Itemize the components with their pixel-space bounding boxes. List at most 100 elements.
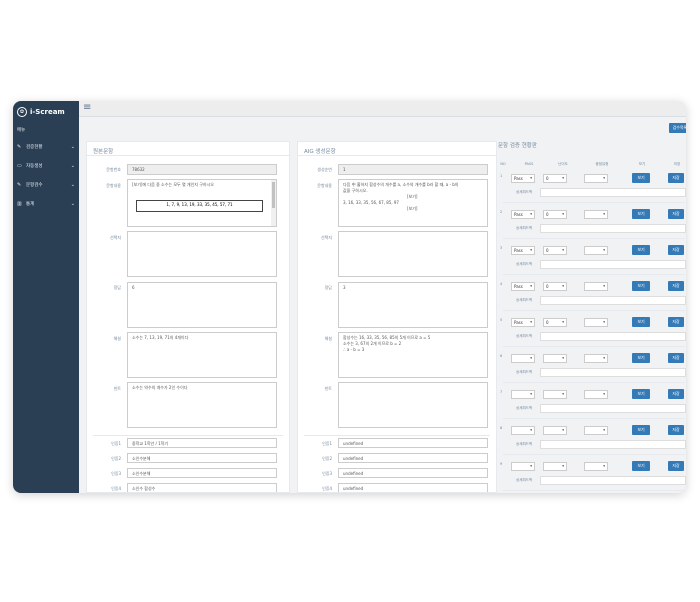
pass-value: Pass	[514, 320, 523, 325]
pass-select[interactable]: ▾	[511, 426, 535, 435]
explanation-field[interactable]: 합성수는 16, 33, 35, 56, 85의 5개 이므로 a = 5 소수…	[338, 332, 488, 378]
level-select[interactable]: ▾	[543, 462, 567, 471]
choices-field[interactable]	[127, 231, 277, 277]
feedback-input[interactable]	[540, 404, 686, 413]
cond1-field[interactable]: undefined	[338, 438, 488, 448]
hint-field[interactable]: 소수는 약수의 개수가 2인 수이다	[127, 382, 277, 428]
id-field[interactable]: 78632	[127, 164, 277, 175]
cond4-field[interactable]: undefined	[338, 483, 488, 492]
level-select[interactable]: ▾	[543, 390, 567, 399]
save-button[interactable]: 저장	[668, 389, 684, 399]
view-button[interactable]: 보기	[632, 317, 650, 327]
sidebar-item-status[interactable]: ✎ 검증현황 ⌄	[13, 137, 79, 156]
view-button[interactable]: 보기	[632, 389, 650, 399]
view-button[interactable]: 보기	[632, 281, 650, 291]
type-select[interactable]: ▾	[584, 426, 608, 435]
caret-down-icon: ▾	[603, 356, 605, 360]
scrollbar[interactable]	[271, 180, 276, 226]
hint-label: 힌트	[113, 386, 121, 391]
brand[interactable]: ✿ i-Scream	[13, 101, 79, 123]
cond2-label: 인증2	[322, 456, 332, 461]
view-button[interactable]: 보기	[632, 461, 650, 471]
review-board-title: 문항 검증 현황판	[498, 143, 537, 149]
type-select[interactable]: ▾	[584, 390, 608, 399]
level-select[interactable]: 0 ▾	[543, 318, 567, 327]
caret-down-icon: ▾	[530, 356, 532, 360]
row-divider	[503, 418, 685, 419]
feedback-input[interactable]	[540, 224, 686, 233]
type-select[interactable]: ▾	[584, 246, 608, 255]
save-button[interactable]: 저장	[668, 209, 684, 219]
type-select[interactable]: ▾	[584, 282, 608, 291]
feedback-input[interactable]	[540, 260, 686, 269]
pass-select[interactable]: ▾	[511, 354, 535, 363]
explanation-field[interactable]: 소수는 7, 13, 19, 71의 4개이다	[127, 332, 277, 378]
sidebar-item-review[interactable]: ✎ 문항검수 ⌄	[13, 175, 79, 194]
save-button[interactable]: 저장	[668, 353, 684, 363]
cond2-field[interactable]: undefined	[338, 453, 488, 463]
feedback-input[interactable]	[540, 368, 686, 377]
cond3-field[interactable]: undefined	[338, 468, 488, 478]
level-select[interactable]: ▾	[543, 426, 567, 435]
row-number: 9	[500, 462, 503, 466]
answer-field[interactable]: 3	[338, 282, 488, 328]
pass-select[interactable]: ▾	[511, 462, 535, 471]
view-button[interactable]: 보기	[632, 425, 650, 435]
level-value: 0	[546, 248, 549, 253]
feedback-label: 상세피드백	[516, 190, 533, 194]
feedback-input[interactable]	[540, 296, 686, 305]
type-select[interactable]: ▾	[584, 174, 608, 183]
save-button[interactable]: 저장	[668, 461, 684, 471]
choices-label: 선택지	[320, 235, 332, 240]
save-button[interactable]: 저장	[668, 281, 684, 291]
id-field[interactable]: 1	[338, 164, 488, 175]
type-select[interactable]: ▾	[584, 354, 608, 363]
content-field[interactable]: 다음 中 홀하지 합성수의 개수를 a, 소수의 개수를 b라 할 때, a -…	[338, 179, 488, 227]
feedback-label: 상세피드백	[516, 370, 533, 374]
pass-select[interactable]: Pass ▾	[511, 210, 535, 219]
edit-icon: ✎	[17, 181, 22, 188]
level-select[interactable]: 0 ▾	[543, 246, 567, 255]
answer-field[interactable]: 6	[127, 282, 277, 328]
caret-down-icon: ▾	[530, 212, 532, 216]
type-select[interactable]: ▾	[584, 318, 608, 327]
feedback-input[interactable]	[540, 476, 686, 485]
feedback-label: 상세피드백	[516, 334, 533, 338]
level-select[interactable]: 0 ▾	[543, 174, 567, 183]
level-select[interactable]: ▾	[543, 354, 567, 363]
feedback-input[interactable]	[540, 188, 686, 197]
cond4-field[interactable]: 소인수 합성수	[127, 483, 277, 492]
save-button[interactable]: 저장	[668, 317, 684, 327]
view-button[interactable]: 보기	[632, 209, 650, 219]
save-button[interactable]: 저장	[668, 245, 684, 255]
bar-chart-icon: ▥	[17, 200, 22, 207]
type-select[interactable]: ▾	[584, 462, 608, 471]
sidebar-item-stats[interactable]: ▥ 통계 ⌄	[13, 194, 79, 213]
level-select[interactable]: 0 ▾	[543, 282, 567, 291]
menu-toggle-icon[interactable]: ≡	[83, 103, 91, 113]
view-button[interactable]: 보기	[632, 353, 650, 363]
pass-select[interactable]: Pass ▾	[511, 318, 535, 327]
choices-field[interactable]	[338, 231, 488, 277]
feedback-input[interactable]	[540, 440, 686, 449]
pass-select[interactable]: Pass ▾	[511, 246, 535, 255]
cond2-field[interactable]: 소인수분해	[127, 453, 277, 463]
view-button[interactable]: 보기	[632, 173, 650, 183]
sidebar-item-label: 자동생성	[26, 163, 43, 169]
review-list-button[interactable]: 검수목록	[669, 123, 686, 133]
cond4-label: 인증4	[322, 486, 332, 491]
hint-field[interactable]	[338, 382, 488, 428]
pass-select[interactable]: Pass ▾	[511, 282, 535, 291]
view-button[interactable]: 보기	[632, 245, 650, 255]
save-button[interactable]: 저장	[668, 425, 684, 435]
pass-select[interactable]: Pass ▾	[511, 174, 535, 183]
feedback-input[interactable]	[540, 332, 686, 341]
type-select[interactable]: ▾	[584, 210, 608, 219]
cond3-field[interactable]: 소인수분해	[127, 468, 277, 478]
caret-down-icon: ▾	[530, 392, 532, 396]
level-select[interactable]: 0 ▾	[543, 210, 567, 219]
sidebar-item-autogen[interactable]: ▭ 자동생성 ⌄	[13, 156, 79, 175]
save-button[interactable]: 저장	[668, 173, 684, 183]
pass-select[interactable]: ▾	[511, 390, 535, 399]
cond1-field[interactable]: 중학교 1학년 / 1학기	[127, 438, 277, 448]
